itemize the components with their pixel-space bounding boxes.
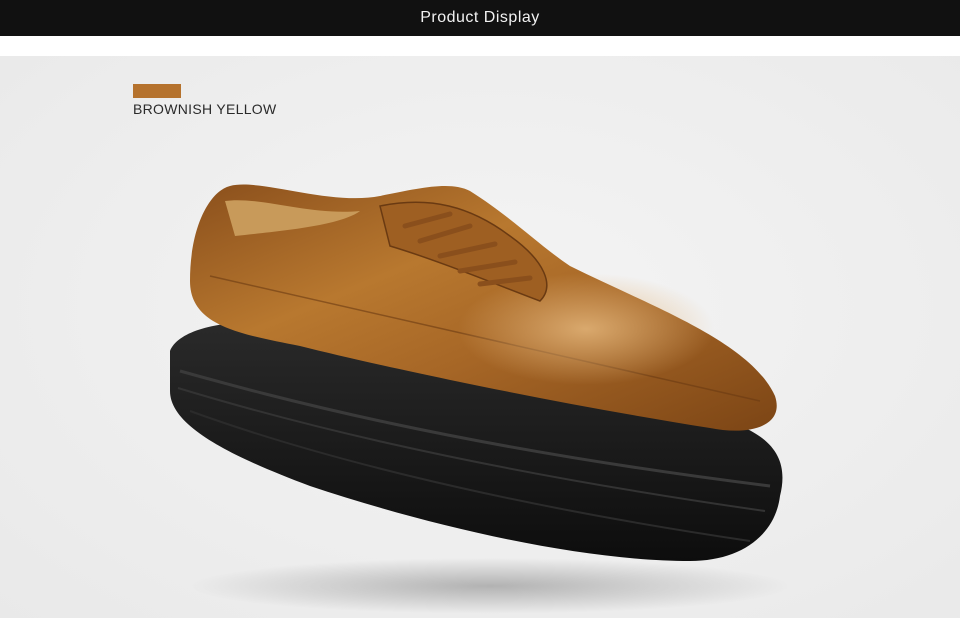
leather-highlight (410, 266, 730, 406)
page-title: Product Display (420, 9, 540, 26)
product-showcase: BROWNISH YELLOW (0, 56, 960, 618)
product-page: Product Display BROWNISH YELLOW (0, 0, 960, 635)
color-name-label: BROWNISH YELLOW (133, 101, 277, 117)
shoe-image (170, 184, 790, 614)
shoe-shadow (190, 558, 790, 614)
header-bar: Product Display (0, 0, 960, 36)
color-swatch[interactable] (133, 84, 181, 98)
